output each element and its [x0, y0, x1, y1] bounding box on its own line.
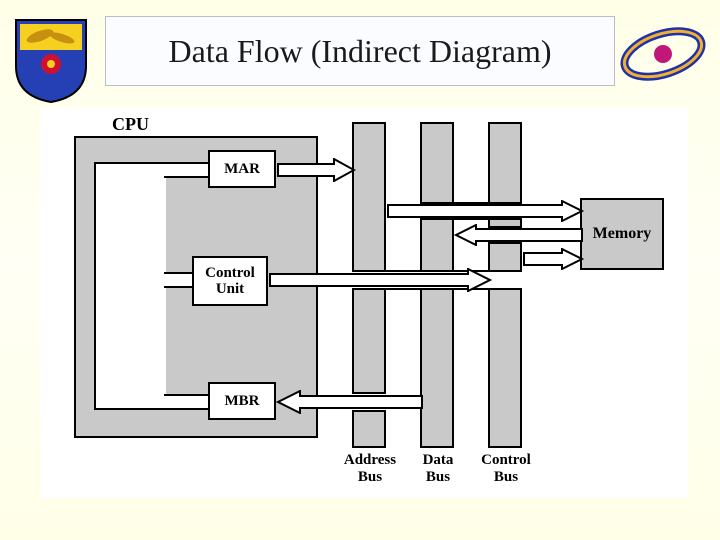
mbr-box: MBR: [208, 382, 276, 420]
mar-box: MAR: [208, 150, 276, 188]
arrow-mem-to-databus-icon: [454, 224, 584, 246]
cpu-bus-mid: [164, 272, 194, 288]
cpu-label: CPU: [112, 114, 149, 135]
title-panel: Data Flow (Indirect Diagram): [105, 16, 615, 86]
arrow-addrbus-to-mem-icon: [386, 200, 584, 222]
cpu-internal-bus: [94, 162, 166, 410]
cpu-bus-top: [164, 162, 210, 178]
mar-label: MAR: [224, 161, 260, 178]
control-bus-label: Control Bus: [476, 452, 536, 485]
page-title: Data Flow (Indirect Diagram): [169, 33, 552, 70]
cu-label: Control Unit: [205, 265, 255, 298]
arrow-cu-to-ctrlbus-icon: [268, 268, 492, 292]
mbr-label: MBR: [225, 393, 260, 410]
control-unit-box: Control Unit: [192, 256, 268, 306]
university-crest-icon: [12, 16, 90, 104]
memory-label: Memory: [593, 225, 652, 243]
address-bus-label: Address Bus: [340, 452, 400, 485]
arrow-mar-to-addrbus-icon: [276, 158, 356, 182]
arrow-databus-to-mbr-icon: [276, 390, 424, 414]
data-bus-label: Data Bus: [414, 452, 462, 485]
memory-box: Memory: [580, 198, 664, 270]
dataflow-diagram: CPU MAR Control Unit MBR Address Bus Dat…: [40, 108, 688, 498]
cpu-bus-bot: [164, 394, 210, 410]
arrow-ctrlbus-to-mem-icon: [522, 248, 584, 270]
orbit-logo-icon: [618, 18, 708, 90]
